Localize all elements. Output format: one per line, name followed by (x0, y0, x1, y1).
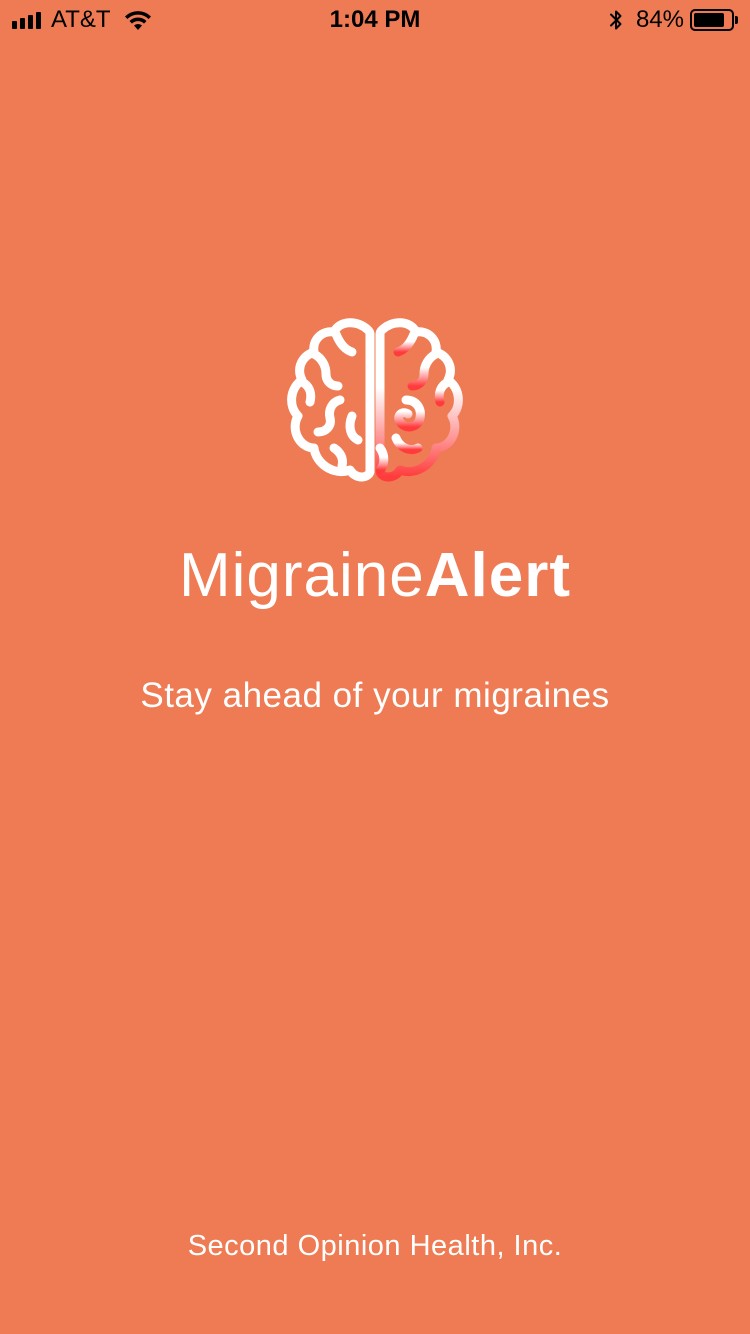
battery-nub (735, 16, 738, 24)
tagline: Stay ahead of your migraines (140, 676, 610, 715)
brain-icon (287, 318, 463, 482)
company-name: Second Opinion Health, Inc. (187, 1230, 563, 1262)
splash-screen: AT&T 1:04 PM 84% MigraineAlert Stay ahea… (0, 0, 750, 1334)
app-name-bold: Alert (424, 541, 572, 610)
bluetooth-icon (609, 10, 622, 30)
app-name-light: Migraine (178, 541, 425, 610)
battery-percent: 84% (635, 6, 684, 33)
status-right: 84% (608, 7, 738, 33)
app-name: MigraineAlert (0, 540, 750, 612)
battery-icon (690, 9, 734, 31)
status-bar: AT&T 1:04 PM 84% (0, 0, 750, 40)
